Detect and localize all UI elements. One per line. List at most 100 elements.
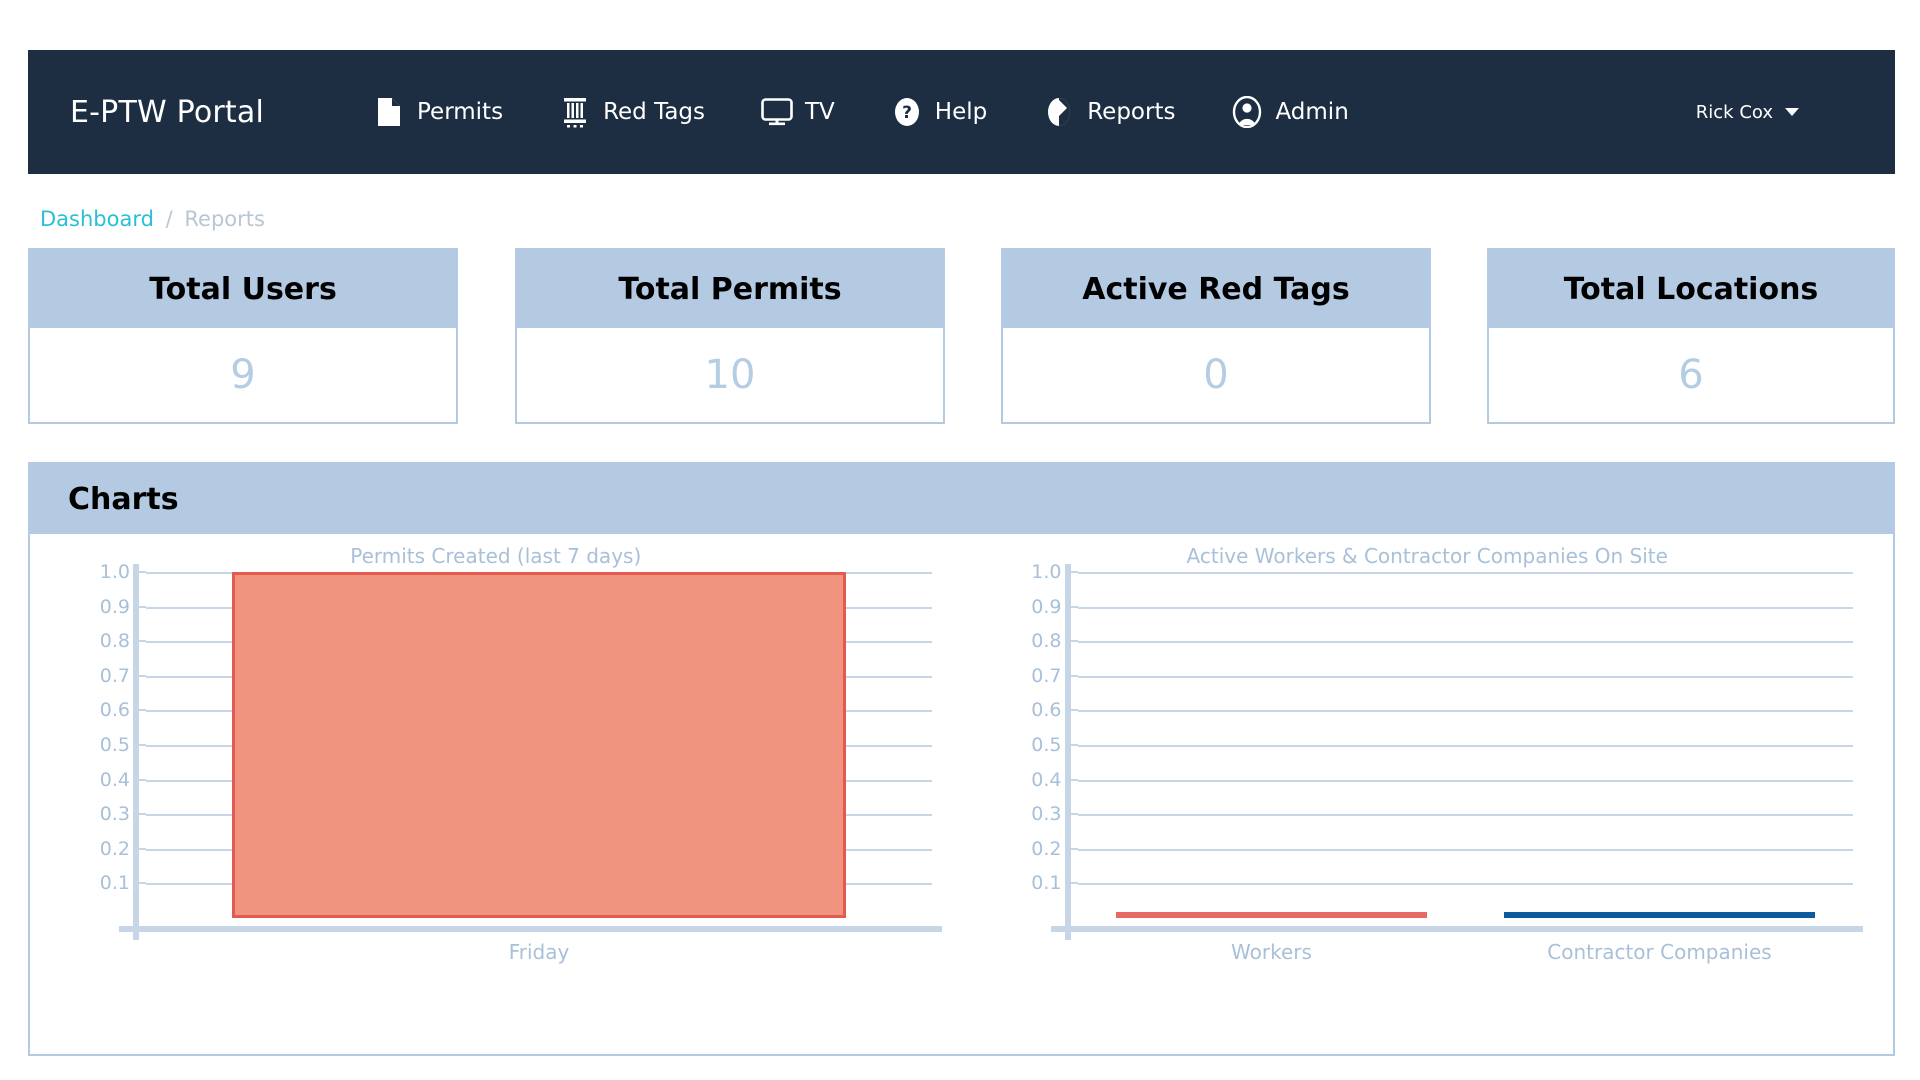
nav-item-red-tags[interactable]: Red Tags: [555, 90, 709, 134]
chart-gridline: [1077, 710, 1853, 713]
charts-panel-title: Charts: [68, 481, 179, 517]
y-tick-label: 0.1: [99, 872, 130, 895]
charts-panel-body: Permits Created (last 7 days) 1.0 0.9 0.8 0…: [30, 534, 1893, 1054]
y-tick-label: 0.2: [99, 837, 130, 860]
stat-card-value: 9: [30, 328, 456, 422]
stat-card-title: Total Permits: [618, 271, 842, 307]
chart-active-workers: Active Workers & Contractor Companies On…: [962, 534, 1894, 1054]
y-tick-label: 0.9: [1031, 595, 1062, 618]
chart-gridline: [1077, 675, 1853, 678]
y-tick-label: 0.9: [99, 595, 130, 618]
stat-card-title: Total Locations: [1563, 271, 1819, 307]
y-tick-mark: [1066, 674, 1078, 677]
primary-nav: Permits Red Tags TV ? Help Reports Admin: [369, 90, 1353, 134]
chart-bar[interactable]: [1116, 912, 1427, 918]
nav-item-admin[interactable]: Admin: [1227, 90, 1352, 134]
y-tick-mark: [1066, 744, 1078, 746]
nav-label-admin: Admin: [1275, 99, 1349, 125]
x-tick-label: Workers: [1231, 940, 1312, 964]
nav-label-permits: Permits: [417, 99, 504, 125]
y-tick-mark: [1066, 882, 1078, 885]
column-icon: [559, 96, 591, 128]
breadcrumb-reports: Reports: [184, 207, 265, 231]
chart-bar[interactable]: [1504, 912, 1815, 918]
x-tick-label: Friday: [508, 940, 570, 964]
y-tick-label: 0.1: [1031, 872, 1062, 895]
y-tick-label: 0.4: [1031, 768, 1062, 791]
y-tick-label: 1.0: [99, 561, 130, 583]
nav-item-permits[interactable]: Permits: [369, 90, 507, 134]
user-menu-label: Rick Cox: [1695, 101, 1773, 123]
chart-plot-area: 1.0 0.9 0.8 0.7 0.6 0.5 0.4 0.3 0.2 0.1 Friday: [100, 561, 942, 964]
stat-card-row: Total Users 9 Total Permits 10 Active Re…: [0, 248, 1920, 428]
y-tick-mark: [135, 640, 146, 643]
y-tick-label: 0.7: [99, 664, 130, 687]
chart-gridline: [1077, 779, 1853, 782]
app-brand[interactable]: E-PTW Portal: [70, 95, 264, 130]
y-tick-mark: [1066, 813, 1078, 816]
svg-text:?: ?: [902, 103, 912, 123]
question-circle-icon: ?: [891, 96, 923, 128]
y-tick-label: 0.8: [1031, 630, 1062, 653]
breadcrumb-separator: /: [165, 207, 173, 231]
chart-title: Permits Created (last 7 days): [350, 544, 642, 568]
nav-item-help[interactable]: ? Help: [887, 90, 991, 134]
breadcrumb-dashboard[interactable]: Dashboard: [40, 207, 154, 231]
y-tick-mark: [1066, 571, 1078, 573]
x-axis: [119, 926, 942, 932]
chart-gridline: [1077, 606, 1853, 609]
y-tick-mark: [135, 813, 146, 816]
x-tick-label: Contractor Companies: [1547, 940, 1772, 964]
chevron-down-icon: [1785, 108, 1799, 116]
y-tick-mark: [1066, 709, 1078, 712]
y-tick-label: 0.3: [1031, 803, 1062, 826]
chart-permits-created: Permits Created (last 7 days) 1.0 0.9 0.8 0…: [30, 534, 962, 1054]
y-tick-mark: [1066, 640, 1078, 643]
document-icon: [373, 96, 405, 128]
y-tick-label: 1.0: [1031, 561, 1062, 583]
nav-item-reports[interactable]: Reports: [1039, 90, 1179, 134]
y-tick-label: 0.2: [1031, 837, 1062, 860]
y-tick-mark: [1066, 605, 1078, 608]
y-tick-label: 0.8: [99, 630, 130, 653]
nav-item-tv[interactable]: TV: [757, 90, 839, 134]
y-tick-mark: [135, 744, 146, 746]
chart-gridline: [1077, 883, 1853, 886]
y-tick-mark: [135, 847, 146, 850]
y-tick-mark: [135, 882, 146, 885]
chart-gridline: [1077, 572, 1853, 574]
monitor-icon: [761, 96, 793, 128]
x-axis: [1050, 926, 1863, 932]
chart-bar[interactable]: [232, 572, 846, 918]
y-tick-mark: [135, 605, 146, 608]
stat-card-total-permits[interactable]: Total Permits 10: [515, 248, 945, 424]
nav-label-help: Help: [934, 99, 988, 125]
chart-gridline: [1077, 641, 1853, 644]
y-tick-mark: [135, 571, 146, 573]
chart-gridline: [1077, 814, 1853, 817]
nav-label-tv: TV: [805, 99, 835, 125]
y-tick-label: 0.6: [1031, 699, 1062, 722]
charts-panel: Charts Permits Created (last 7 days) 1.0…: [28, 462, 1895, 1056]
y-tick-label: 0.5: [99, 734, 130, 756]
stat-card-title: Active Red Tags: [1082, 271, 1350, 307]
chart-gridline: [1077, 848, 1853, 851]
y-tick-label: 0.6: [99, 699, 130, 722]
y-tick-mark: [1066, 778, 1078, 781]
y-tick-label: 0.7: [1031, 664, 1062, 687]
top-navbar: E-PTW Portal Permits Red Tags TV ? Help …: [28, 50, 1895, 174]
chart-gridline: [1077, 745, 1853, 747]
stat-card-total-users[interactable]: Total Users 9: [28, 248, 458, 424]
nav-label-red-tags: Red Tags: [603, 99, 705, 125]
user-menu[interactable]: Rick Cox: [1696, 102, 1799, 123]
stat-card-total-locations[interactable]: Total Locations 6: [1487, 248, 1895, 424]
y-tick-label: 0.3: [99, 803, 130, 826]
stat-card-value: 10: [517, 328, 943, 422]
chart-title: Active Workers & Contractor Companies On…: [1186, 544, 1668, 568]
stat-card-value: 0: [1003, 328, 1429, 422]
y-tick-mark: [135, 674, 146, 677]
chart-plot-area: 1.0 0.9 0.8 0.7 0.6 0.5 0.4 0.3 0.2 0.1 Workers Con…: [1031, 561, 1863, 964]
breadcrumb: Dashboard / Reports: [40, 207, 265, 231]
stat-card-active-red-tags[interactable]: Active Red Tags 0: [1001, 248, 1431, 424]
stat-card-value: 6: [1489, 328, 1893, 422]
